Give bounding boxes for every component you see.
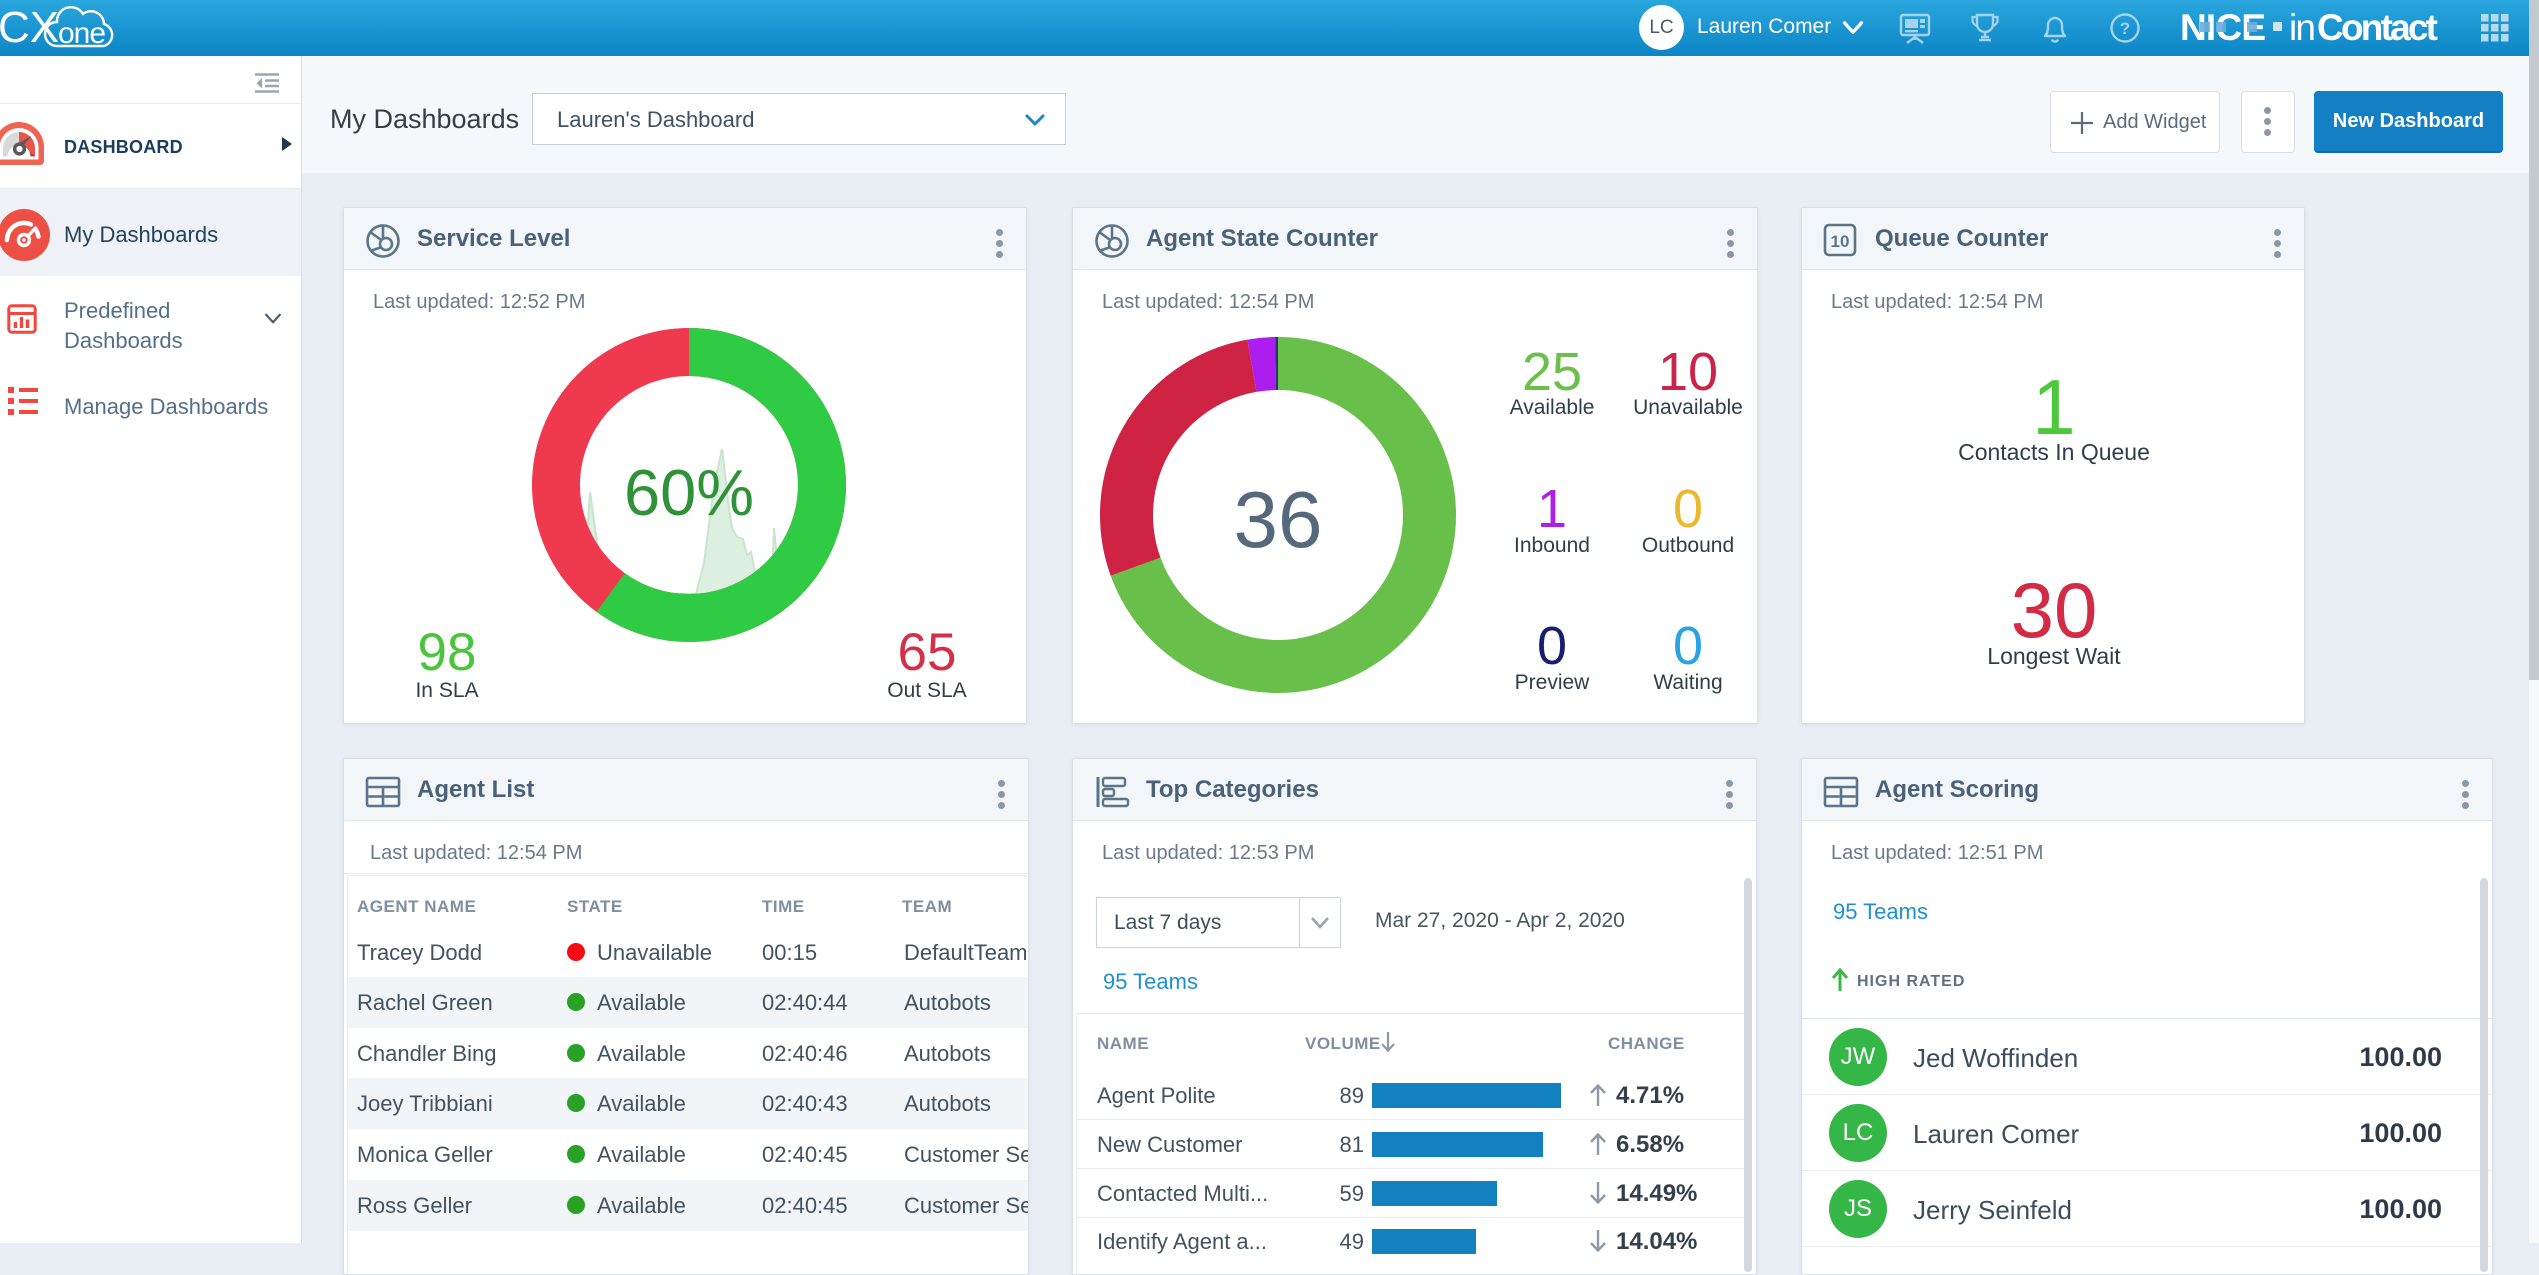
svg-text:10: 10 — [1831, 232, 1850, 251]
svg-text:?: ? — [2120, 19, 2130, 38]
svg-text:Contact: Contact — [2317, 7, 2438, 48]
svg-text:one: one — [58, 17, 105, 50]
svg-text:in: in — [2289, 7, 2316, 48]
